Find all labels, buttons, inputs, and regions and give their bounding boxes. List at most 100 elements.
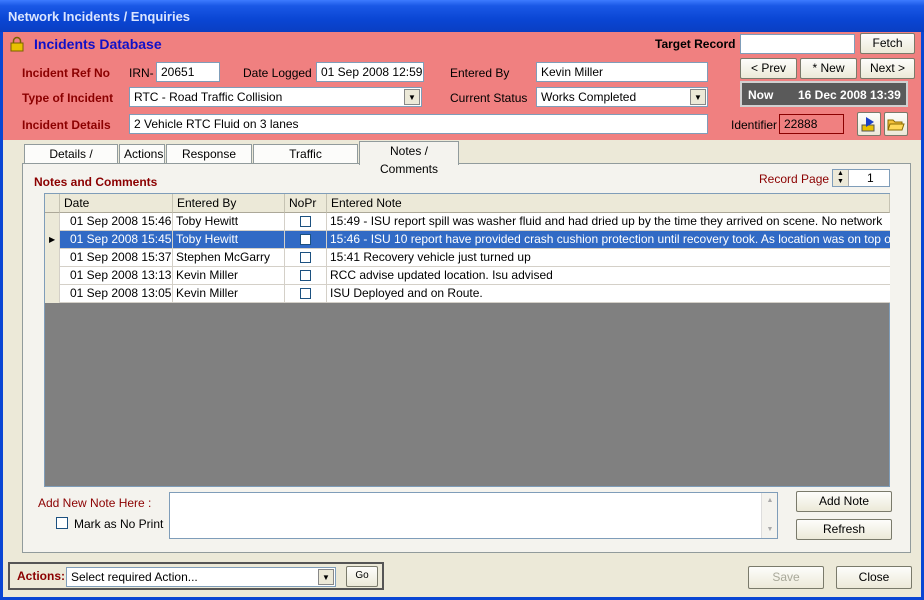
note-entered-by: Toby Hewitt (173, 213, 285, 231)
note-text: ISU Deployed and on Route. (330, 286, 483, 300)
record-page-value: 1 (867, 171, 874, 185)
current-status-label: Current Status (450, 91, 528, 105)
chevron-down-icon[interactable]: ▼ (404, 89, 420, 105)
add-note-button[interactable]: Add Note (796, 491, 892, 512)
nopr-cell (285, 231, 327, 249)
nopr-cell (285, 249, 327, 267)
type-of-incident-label: Type of Incident (22, 91, 114, 105)
close-button[interactable]: Close (836, 566, 912, 589)
note-entered-by: Kevin Miller (173, 267, 285, 285)
nopr-checkbox[interactable] (300, 216, 311, 227)
nopr-checkbox[interactable] (300, 252, 311, 263)
type-of-incident-value: RTC - Road Traffic Collision (134, 90, 283, 104)
identifier-input[interactable]: 22888 (779, 114, 844, 134)
add-new-note-label: Add New Note Here : (38, 496, 152, 510)
incident-ref-label: Incident Ref No (22, 66, 111, 80)
nopr-checkbox[interactable] (300, 288, 311, 299)
actions-select[interactable]: Select required Action... ▼ (66, 567, 336, 587)
nopr-cell (285, 213, 327, 231)
refresh-button[interactable]: Refresh (796, 519, 892, 540)
row-selector[interactable] (45, 267, 60, 285)
scroll-up-icon[interactable]: ▲ (763, 494, 777, 508)
window-title-bar: Network Incidents / Enquiries (0, 0, 924, 32)
table-row-selected[interactable]: ▶ 01 Sep 2008 15:45 Toby Hewitt 15:46 - … (45, 231, 890, 249)
row-selector[interactable]: ▶ (45, 231, 60, 249)
table-row[interactable]: 01 Sep 2008 15:37 Stephen McGarry 15:41 … (45, 249, 890, 267)
note-date: 01 Sep 2008 13:13 (60, 267, 173, 285)
tab-response-units[interactable]: Response Units (166, 144, 252, 179)
irn-prefix: IRN- (129, 66, 154, 80)
entered-by-label: Entered By (450, 66, 510, 80)
export-button[interactable] (857, 112, 881, 136)
tab-actions[interactable]: Actions (119, 144, 165, 164)
note-date: 01 Sep 2008 15:37 (60, 249, 173, 267)
db-title: Incidents Database (34, 36, 162, 52)
note-text: 15:41 Recovery vehicle just turned up (330, 250, 531, 264)
spinner-arrows-icon[interactable]: ▲ ▼ (833, 170, 849, 186)
textarea-scrollbar[interactable]: ▲ ▼ (761, 493, 777, 538)
folder-open-icon (887, 119, 905, 131)
table-row[interactable]: 01 Sep 2008 15:46 Toby Hewitt 15:49 - IS… (45, 213, 890, 231)
date-logged-input[interactable]: 01 Sep 2008 12:59 (316, 62, 424, 82)
nopr-checkbox[interactable] (300, 234, 311, 245)
row-selector[interactable] (45, 285, 60, 303)
chevron-down-icon[interactable]: ▼ (318, 569, 334, 585)
tab-notes-comments[interactable]: Notes / Comments (359, 141, 459, 176)
record-page-label: Record Page (759, 172, 830, 186)
table-row[interactable]: 01 Sep 2008 13:13 Kevin Miller RCC advis… (45, 267, 890, 285)
identifier-label: Identifier (731, 118, 778, 132)
target-record-label: Target Record (655, 37, 736, 51)
tab-traffic-management[interactable]: Traffic Management (253, 144, 358, 179)
go-button[interactable]: Go (346, 566, 378, 587)
nopr-cell (285, 267, 327, 285)
fetch-button[interactable]: Fetch (860, 33, 915, 54)
chevron-down-icon[interactable]: ▼ (690, 89, 706, 105)
nopr-checkbox[interactable] (300, 270, 311, 281)
now-clock: Now 16 Dec 2008 13:39 (740, 81, 908, 107)
current-status-select[interactable]: Works Completed ▼ (536, 87, 708, 107)
row-selector[interactable] (45, 249, 60, 267)
next-button[interactable]: Next > (860, 58, 915, 79)
entered-by-input[interactable]: Kevin Miller (536, 62, 708, 82)
table-row[interactable]: 01 Sep 2008 13:05 Kevin Miller ISU Deplo… (45, 285, 890, 303)
mark-no-print-checkbox[interactable] (56, 517, 68, 529)
new-note-textarea[interactable]: ▲ ▼ (169, 492, 778, 539)
incident-details-input[interactable]: 2 Vehicle RTC Fluid on 3 lanes (129, 114, 708, 134)
actions-label: Actions: (17, 569, 65, 583)
irn-input[interactable]: 20651 (156, 62, 220, 82)
column-header-nopr[interactable]: NoPr (285, 194, 327, 213)
current-status-value: Works Completed (541, 90, 637, 104)
note-entered-by: Kevin Miller (173, 285, 285, 303)
column-header-entered-note[interactable]: Entered Note (327, 194, 890, 213)
mark-no-print-label: Mark as No Print (74, 517, 164, 531)
open-folder-button[interactable] (884, 112, 908, 136)
new-button[interactable]: * New (800, 58, 857, 79)
tab-details-location[interactable]: Details / Location (24, 144, 118, 179)
note-text: 15:46 - ISU 10 report have provided cras… (330, 232, 890, 246)
row-selector[interactable] (45, 213, 60, 231)
actions-bar: Actions: Select required Action... ▼ Go (8, 562, 384, 590)
date-logged-label: Date Logged (243, 66, 312, 80)
note-date: 01 Sep 2008 13:05 (60, 285, 173, 303)
incident-details-label: Incident Details (22, 118, 111, 132)
record-page-spinner[interactable]: ▲ ▼ 1 (832, 169, 890, 187)
scroll-down-icon[interactable]: ▼ (763, 523, 777, 537)
note-date: 01 Sep 2008 15:46 (60, 213, 173, 231)
target-record-input[interactable] (740, 34, 855, 54)
now-label: Now (748, 88, 774, 102)
export-arrow-icon (861, 117, 875, 132)
type-of-incident-select[interactable]: RTC - Road Traffic Collision ▼ (129, 87, 422, 107)
note-text: RCC advise updated location. Isu advised (330, 268, 553, 282)
note-date: 01 Sep 2008 15:45 (60, 231, 173, 249)
notes-section-title: Notes and Comments (34, 175, 158, 189)
prev-button[interactable]: < Prev (740, 58, 797, 79)
note-text: 15:49 - ISU report spill was washer flui… (330, 214, 883, 228)
nopr-cell (285, 285, 327, 303)
lock-icon (9, 36, 25, 52)
now-value: 16 Dec 2008 13:39 (798, 88, 901, 102)
column-header-entered-by[interactable]: Entered By (173, 194, 285, 213)
note-entered-by: Stephen McGarry (173, 249, 285, 267)
save-button[interactable]: Save (748, 566, 824, 589)
column-header-date[interactable]: Date (60, 194, 173, 213)
window-title: Network Incidents / Enquiries (8, 9, 191, 24)
